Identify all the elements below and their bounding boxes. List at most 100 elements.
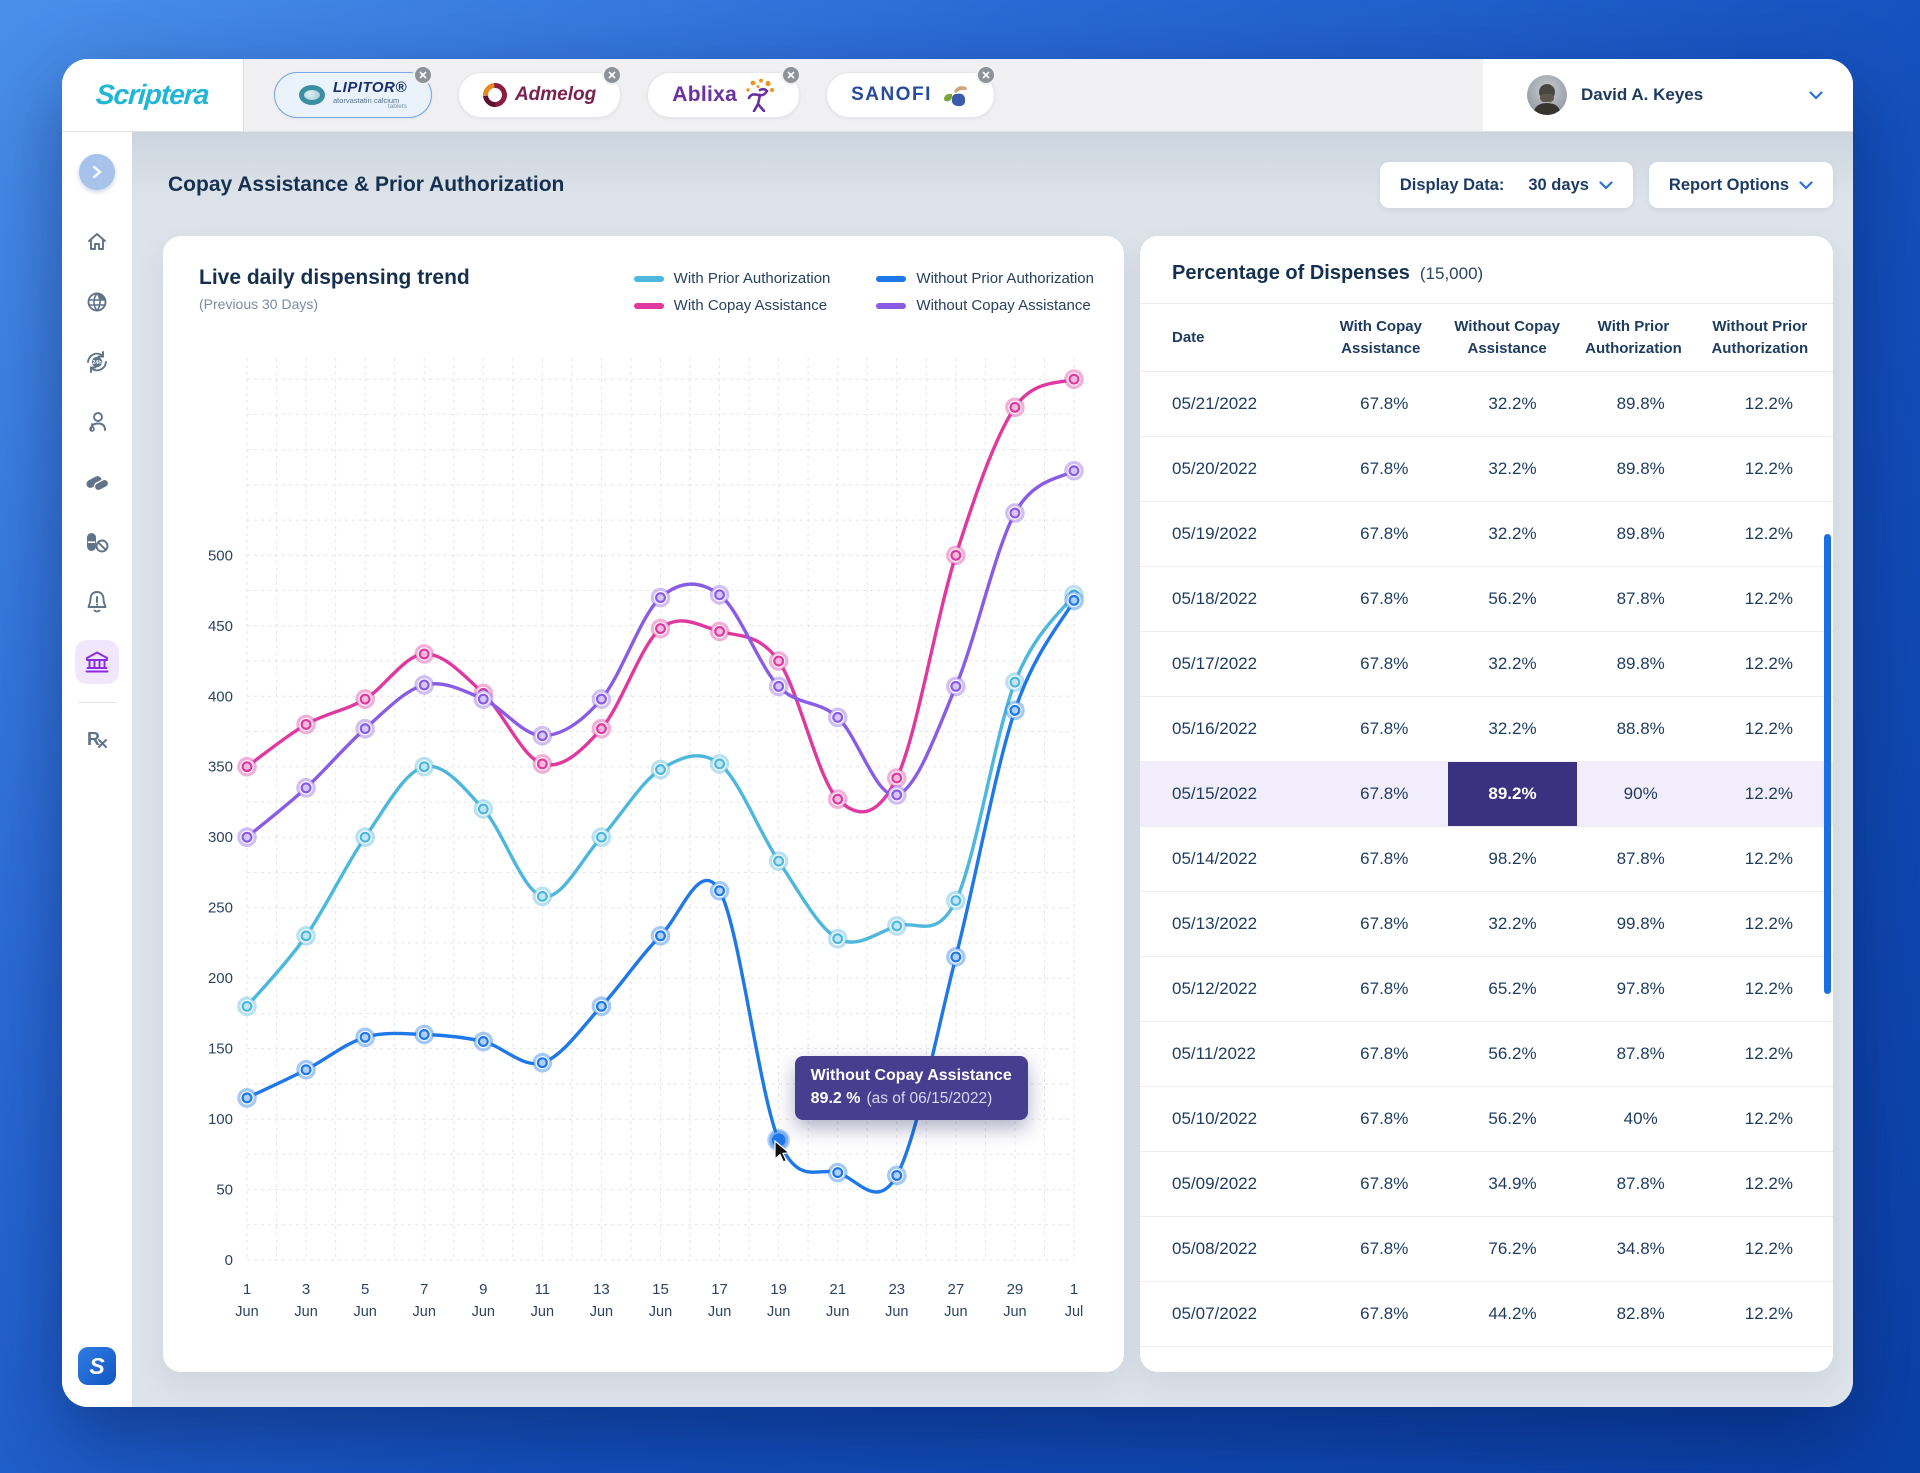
tab-sanofi[interactable]: SANOFI xyxy=(826,72,995,118)
cell-value: 73.2% xyxy=(1448,1347,1576,1372)
svg-text:27: 27 xyxy=(948,1281,965,1298)
tab-admelog[interactable]: Admelog xyxy=(458,72,621,118)
cell-date: 05/09/2022 xyxy=(1140,1152,1320,1216)
sidebar-item-alerts[interactable] xyxy=(75,580,119,624)
table-row[interactable]: 05/15/202267.8%89.2%90%12.2% xyxy=(1140,762,1833,827)
cell-value: 12.2% xyxy=(1705,1217,1833,1281)
svg-text:400: 400 xyxy=(208,688,233,705)
table-row[interactable]: 05/13/202267.8%32.2%99.8%12.2% xyxy=(1140,892,1833,957)
sidebar-item-global[interactable] xyxy=(75,280,119,324)
cell-value: 12.2% xyxy=(1705,762,1833,826)
display-data-label: Display Data: xyxy=(1400,176,1505,195)
table-row[interactable]: 05/06/202267.8%73.2%44%12.2% xyxy=(1140,1347,1833,1372)
sync-24h-icon: 24h xyxy=(84,349,110,375)
table-scrollbar[interactable] xyxy=(1824,534,1831,994)
svg-text:13: 13 xyxy=(593,1281,610,1298)
sidebar-item-payers[interactable] xyxy=(75,640,119,684)
svg-text:19: 19 xyxy=(770,1281,787,1298)
tab-ablixa[interactable]: Ablixa xyxy=(647,72,800,118)
svg-text:Jun: Jun xyxy=(472,1304,495,1320)
table-row[interactable]: 05/09/202267.8%34.9%87.8%12.2% xyxy=(1140,1152,1833,1217)
table-row[interactable]: 05/21/202267.8%32.2%89.8%12.2% xyxy=(1140,372,1833,437)
cell-value: 67.8% xyxy=(1320,1022,1448,1086)
table-row[interactable]: 05/12/202267.8%65.2%97.8%12.2% xyxy=(1140,957,1833,1022)
sidebar-item-24h-service[interactable]: 24h xyxy=(75,340,119,384)
svg-text:Jun: Jun xyxy=(413,1304,436,1320)
table-row[interactable]: 05/18/202267.8%56.2%87.8%12.2% xyxy=(1140,567,1833,632)
tooltip-note: (as of 06/15/2022) xyxy=(866,1090,992,1107)
sidebar-item-clinician[interactable] xyxy=(75,400,119,444)
user-name: David A. Keyes xyxy=(1581,85,1703,105)
lipitor-logo-icon xyxy=(299,85,325,105)
cell-value: 89.8% xyxy=(1577,437,1705,501)
svg-text:Jun: Jun xyxy=(294,1304,317,1320)
tooltip-value: 89.2 % xyxy=(811,1090,861,1107)
sidebar-item-restricted-meds[interactable] xyxy=(75,520,119,564)
col-without-copay: Without Copay Assistance xyxy=(1444,316,1570,360)
chevron-down-icon xyxy=(1799,181,1813,190)
cell-value: 32.2% xyxy=(1448,697,1576,761)
cell-value: 67.8% xyxy=(1320,437,1448,501)
table-row[interactable]: 05/11/202267.8%56.2%87.8%12.2% xyxy=(1140,1022,1833,1087)
sidebar-item-prescriptions[interactable]: R xyxy=(75,717,119,761)
close-icon[interactable] xyxy=(602,65,622,85)
table-column-headers: Date With Copay Assistance Without Copay… xyxy=(1140,304,1833,372)
clinician-icon xyxy=(85,410,109,434)
table-row[interactable]: 05/17/202267.8%32.2%89.8%12.2% xyxy=(1140,632,1833,697)
tab-lipitor[interactable]: LIPITOR® atorvastatin calcium tablets xyxy=(274,72,432,118)
cell-value: 12.2% xyxy=(1705,697,1833,761)
scriptera-mark-letter: S xyxy=(89,1353,104,1380)
user-menu[interactable]: David A. Keyes xyxy=(1483,59,1853,131)
close-icon[interactable] xyxy=(976,65,996,85)
brand-logo-section: Scriptera xyxy=(62,59,244,131)
ablixa-logo-icon xyxy=(745,78,775,112)
ablixa-label: Ablixa xyxy=(672,83,737,107)
table-row[interactable]: 05/07/202267.8%44.2%82.8%12.2% xyxy=(1140,1282,1833,1347)
close-icon[interactable] xyxy=(413,65,433,85)
svg-text:100: 100 xyxy=(208,1111,233,1128)
table-row[interactable]: 05/14/202267.8%98.2%87.8%12.2% xyxy=(1140,827,1833,892)
table-row[interactable]: 05/20/202267.8%32.2%89.8%12.2% xyxy=(1140,437,1833,502)
svg-text:23: 23 xyxy=(888,1281,905,1298)
cell-value: 67.8% xyxy=(1320,372,1448,436)
admelog-label: Admelog xyxy=(515,84,596,106)
cell-value: 34.8% xyxy=(1577,1217,1705,1281)
svg-text:24h: 24h xyxy=(92,360,101,366)
display-data-dropdown[interactable]: Display Data: 30 days xyxy=(1380,162,1633,208)
svg-text:Jun: Jun xyxy=(1003,1304,1026,1320)
sidebar-item-home[interactable] xyxy=(75,220,119,264)
cell-value: 12.2% xyxy=(1705,632,1833,696)
table-count: (15,000) xyxy=(1420,264,1483,284)
svg-text:Jun: Jun xyxy=(235,1304,258,1320)
close-icon[interactable] xyxy=(781,65,801,85)
cell-value: 12.2% xyxy=(1705,1347,1833,1372)
sidebar-item-medications[interactable] xyxy=(75,460,119,504)
legend-swatch-icon xyxy=(876,303,906,309)
svg-text:300: 300 xyxy=(208,829,233,846)
mouse-cursor-icon xyxy=(773,1140,793,1164)
sidebar-collapse-button[interactable] xyxy=(79,154,115,190)
cell-value: 82.8% xyxy=(1577,1282,1705,1346)
chart-card: Live daily dispensing trend (Previous 30… xyxy=(163,236,1124,1372)
sidebar-divider xyxy=(78,702,116,703)
chart-title: Live daily dispensing trend xyxy=(199,266,470,290)
lipitor-label: LIPITOR® xyxy=(333,80,407,95)
legend-label: With Copay Assistance xyxy=(674,297,827,314)
cell-value: 32.2% xyxy=(1448,502,1576,566)
cell-value: 67.8% xyxy=(1320,957,1448,1021)
cell-value: 87.8% xyxy=(1577,1022,1705,1086)
svg-text:Jun: Jun xyxy=(649,1304,672,1320)
report-options-dropdown[interactable]: Report Options xyxy=(1649,162,1833,208)
cell-date: 05/11/2022 xyxy=(1140,1022,1320,1086)
table-row[interactable]: 05/16/202267.8%32.2%88.8%12.2% xyxy=(1140,697,1833,762)
col-without-prior: Without Prior Authorization xyxy=(1697,316,1823,360)
cell-date: 05/08/2022 xyxy=(1140,1217,1320,1281)
legend-swatch-icon xyxy=(876,276,906,282)
table-row[interactable]: 05/10/202267.8%56.2%40%12.2% xyxy=(1140,1087,1833,1152)
svg-text:Jun: Jun xyxy=(885,1304,908,1320)
cell-value: 67.8% xyxy=(1320,762,1448,826)
cell-value: 67.8% xyxy=(1320,1347,1448,1372)
table-row[interactable]: 05/19/202267.8%32.2%89.8%12.2% xyxy=(1140,502,1833,567)
legend-swatch-icon xyxy=(634,276,664,282)
table-row[interactable]: 05/08/202267.8%76.2%34.8%12.2% xyxy=(1140,1217,1833,1282)
